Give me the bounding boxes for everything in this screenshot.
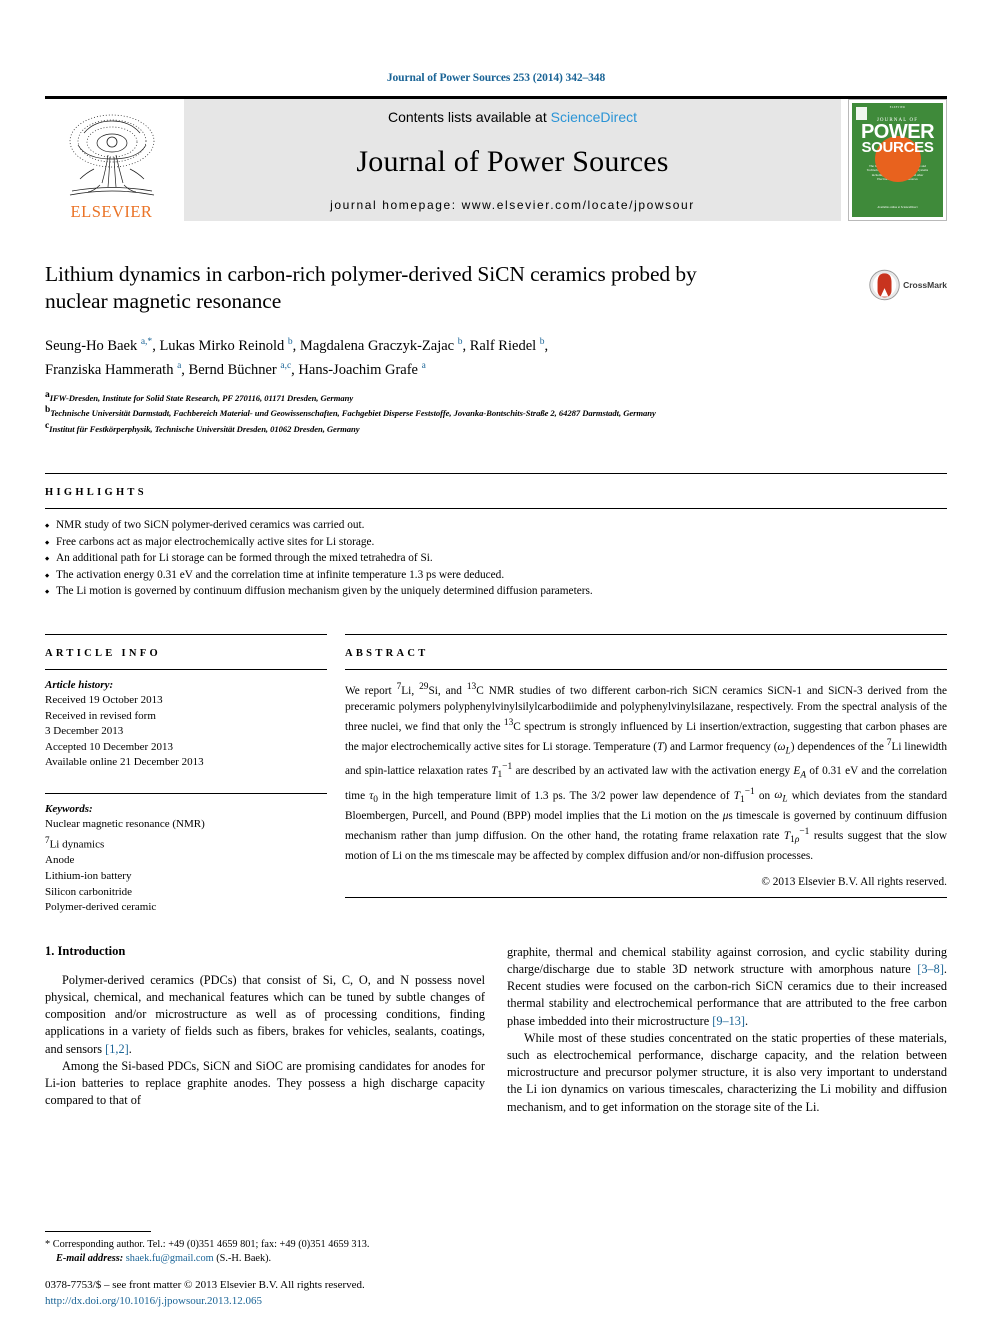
cover-word-sources: SOURCES	[861, 139, 934, 156]
keywords-heading: Keywords:	[45, 802, 93, 815]
contents-prefix: Contents lists available at	[387, 109, 551, 125]
issn-line: 0378-7753/$ – see front matter © 2013 El…	[45, 1279, 365, 1291]
elsevier-logo: ELSEVIER	[45, 99, 178, 221]
crossmark-badge[interactable]: CrossMark	[869, 263, 947, 307]
history-item: Accepted 10 December 2013	[45, 740, 173, 753]
citation-link[interactable]: [1,2]	[105, 1042, 129, 1056]
intro-paragraph-1: Polymer-derived ceramics (PDCs) that con…	[45, 972, 485, 1058]
paper-page: Journal of Power Sources 253 (2014) 342–…	[0, 0, 992, 1323]
history-item: Available online 21 December 2013	[45, 756, 204, 769]
sciencedirect-link[interactable]: ScienceDirect	[551, 109, 637, 125]
list-item: NMR study of two SiCN polymer-derived ce…	[45, 517, 947, 534]
affiliation-b: bTechnische Universität Darmstadt, Fachb…	[45, 405, 656, 418]
elsevier-tree-icon	[69, 114, 154, 195]
cover-art: ELSEVIER JOURNAL OF POWER SOURCES The In…	[852, 103, 943, 217]
intro-p1-end: .	[128, 1041, 132, 1056]
footnote-corresponding: * Corresponding author. Tel.: +49 (0)351…	[45, 1238, 370, 1250]
cover-footer: Available online at ScienceDirect	[877, 205, 918, 209]
article-info-label: ARTICLE INFO	[45, 647, 161, 659]
keyword-item: Silicon carbonitride	[45, 885, 133, 898]
affiliation-list: aIFW-Dresden, Institute for Solid State …	[45, 389, 947, 435]
affiliation-c: cInstitut für Festkörperphysik, Technisc…	[45, 420, 360, 434]
body-column-left: 1. Introduction Polymer-derived ceramics…	[45, 944, 485, 1116]
info-abstract-block: ARTICLE INFO Article history: Received 1…	[45, 633, 947, 916]
keywords-block: Keywords: Nuclear magnetic resonance (NM…	[45, 794, 327, 916]
contents-available-line: Contents lists available at ScienceDirec…	[388, 109, 637, 125]
history-item: Received in revised form	[45, 709, 156, 722]
history-heading: Article history:	[45, 678, 114, 691]
body-columns: 1. Introduction Polymer-derived ceramics…	[45, 944, 947, 1116]
history-item: 3 December 2013	[45, 725, 124, 738]
abstract-column: ABSTRACT We report 7Li, 29Si, and 13C NM…	[345, 633, 947, 916]
intro-p3-end: .	[745, 1013, 749, 1028]
article-history: Article history: Received 19 October 201…	[45, 670, 327, 771]
author-line-2: Franziska Hammerath a, Bernd Büchner a,c…	[45, 360, 426, 378]
footnote-rule	[45, 1230, 151, 1232]
crossmark-icon	[869, 269, 900, 301]
journal-cover-thumbnail: ELSEVIER JOURNAL OF POWER SOURCES The In…	[848, 99, 947, 221]
list-item: The Li motion is governed by continuum d…	[45, 583, 947, 600]
page-title: Lithium dynamics in carbon-rich polymer-…	[45, 262, 697, 313]
keyword-item: Anode	[45, 854, 75, 867]
email-link[interactable]: shaek.fu@gmail.com	[126, 1253, 214, 1264]
doi-link[interactable]: http://dx.doi.org/10.1016/j.jpowsour.201…	[45, 1294, 565, 1310]
author-list: Seung-Ho Baek a,*, Lukas Mirko Reinold b…	[45, 332, 805, 380]
intro-paragraph-3: graphite, thermal and chemical stability…	[507, 944, 947, 1030]
citation-link[interactable]: [9–13]	[712, 1014, 745, 1028]
abstract-copyright: © 2013 Elsevier B.V. All rights reserved…	[761, 875, 947, 888]
highlights-list: NMR study of two SiCN polymer-derived ce…	[45, 509, 947, 600]
highlights-section: HIGHLIGHTS NMR study of two SiCN polymer…	[45, 473, 947, 600]
elsevier-wordmark: ELSEVIER	[70, 201, 153, 221]
section-heading-introduction: 1. Introduction	[45, 943, 126, 958]
issn-doi-block: 0378-7753/$ – see front matter © 2013 El…	[45, 1278, 565, 1309]
abstract-text: We report 7Li, 29Si, and 13C NMR studies…	[345, 670, 947, 865]
corresponding-author-footnote: * Corresponding author. Tel.: +49 (0)351…	[45, 1230, 485, 1267]
intro-paragraph-4: While most of these studies concentrated…	[507, 1030, 947, 1114]
article-info-column: ARTICLE INFO Article history: Received 1…	[45, 633, 327, 916]
abstract-paragraph: We report 7Li, 29Si, and 13C NMR studies…	[345, 681, 948, 863]
abstract-rule-bottom-close	[345, 896, 947, 898]
body-column-right: graphite, thermal and chemical stability…	[507, 944, 947, 1116]
list-item: Free carbons act as major electrochemica…	[45, 534, 947, 551]
citation-link[interactable]: [3–8]	[917, 962, 944, 976]
keyword-item: 7Li dynamics	[45, 835, 105, 851]
history-item: Received 19 October 2013	[45, 694, 163, 707]
footnote-email: E-mail address: shaek.fu@gmail.com (S.-H…	[45, 1252, 485, 1267]
crossmark-label: CrossMark	[903, 280, 947, 290]
keyword-item: Polymer-derived ceramic	[45, 901, 157, 914]
intro-p3-text-a: graphite, thermal and chemical stability…	[507, 944, 947, 976]
cover-top-strip-text: ELSEVIER	[889, 106, 906, 109]
running-head: Journal of Power Sources 253 (2014) 342–…	[386, 72, 606, 84]
list-item: The activation energy 0.31 eV and the co…	[45, 567, 947, 584]
highlights-label: HIGHLIGHTS	[45, 487, 147, 499]
abstract-label: ABSTRACT	[345, 647, 429, 659]
keyword-item: Nuclear magnetic resonance (NMR)	[45, 818, 205, 831]
email-label: E-mail address:	[56, 1253, 124, 1265]
intro-paragraph-2: Among the Si-based PDCs, SiCN and SiOC a…	[45, 1058, 485, 1108]
author-line-1: Seung-Ho Baek a,*, Lukas Mirko Reinold b…	[45, 337, 549, 354]
masthead-center: Contents lists available at ScienceDirec…	[184, 99, 841, 221]
affiliation-a: aIFW-Dresden, Institute for Solid State …	[45, 389, 354, 403]
email-suffix: (S.-H. Baek).	[216, 1253, 272, 1265]
journal-homepage[interactable]: journal homepage: www.elsevier.com/locat…	[330, 198, 695, 212]
journal-title: Journal of Power Sources	[356, 144, 669, 178]
cover-elsevier-icon	[856, 107, 867, 120]
journal-masthead: ELSEVIER Contents lists available at Sci…	[45, 99, 947, 221]
list-item: An additional path for Li storage can be…	[45, 550, 947, 567]
keyword-item: Lithium-ion battery	[45, 869, 132, 882]
title-block: Lithium dynamics in carbon-rich polymer-…	[45, 261, 947, 435]
